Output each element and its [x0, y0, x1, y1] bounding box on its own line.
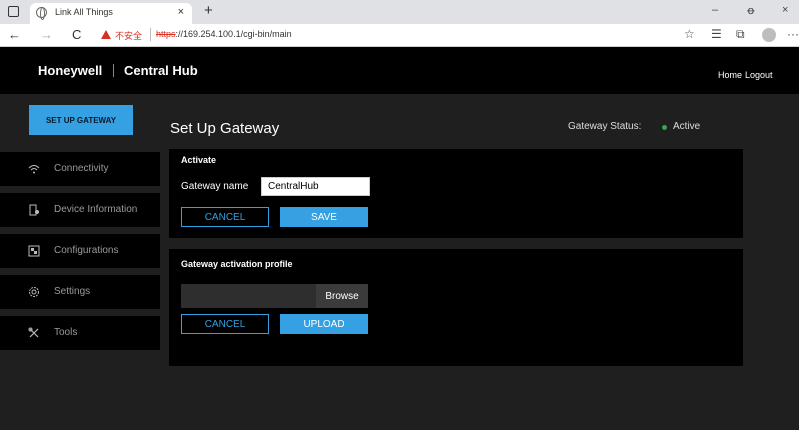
tab-close-icon[interactable]: ×: [178, 6, 184, 18]
address-divider: [150, 28, 151, 41]
save-button[interactable]: SAVE: [280, 207, 368, 227]
product-name: Central Hub: [124, 63, 198, 78]
forward-icon[interactable]: →: [40, 27, 53, 42]
profile-cancel-button[interactable]: CANCEL: [181, 314, 269, 334]
home-link[interactable]: Home: [718, 70, 742, 80]
sidebar-item-label: Configurations: [54, 245, 119, 256]
tab-actions-icon[interactable]: [8, 6, 19, 17]
globe-icon: [36, 7, 47, 20]
brand-logo: Honeywell: [38, 63, 103, 78]
sidebar-item-configurations[interactable]: Configurations: [0, 234, 160, 268]
url-scheme: https: [156, 29, 176, 39]
status-indicator-icon: [662, 125, 667, 130]
gateway-name-label: Gateway name: [181, 181, 249, 192]
sidebar-item-tools[interactable]: Tools: [0, 316, 160, 350]
browser-tab[interactable]: Link All Things ×: [30, 3, 192, 24]
profile-avatar[interactable]: [762, 28, 776, 42]
sidebar-item-device-information[interactable]: Device Information: [0, 193, 160, 227]
browse-button[interactable]: Browse: [316, 284, 368, 308]
activation-profile-title: Gateway activation profile: [181, 259, 293, 269]
activation-profile-panel: Gateway activation profile Browse CANCEL…: [169, 249, 743, 366]
app-header: Honeywell Central Hub Home Logout: [0, 47, 799, 94]
reload-icon[interactable]: C: [72, 27, 81, 42]
sidebar-item-label: Tools: [54, 327, 78, 338]
page-title: Set Up Gateway: [170, 120, 280, 137]
profile-file-field[interactable]: [181, 284, 316, 308]
tab-title: Link All Things: [55, 7, 113, 17]
main-content: SET UP GATEWAY Connectivity Device Infor…: [0, 94, 799, 430]
address-bar: ← → C 不安全 https://169.254.100.1/cgi-bin/…: [0, 24, 799, 47]
gateway-status-label: Gateway Status:: [568, 121, 642, 132]
sidebar-item-connectivity[interactable]: Connectivity: [0, 152, 160, 186]
device-icon: [28, 204, 40, 216]
favorite-icon[interactable]: ☆: [684, 27, 695, 41]
window-close-icon[interactable]: ×: [782, 4, 788, 16]
warning-icon: [101, 30, 111, 39]
gateway-status-value: Active: [673, 121, 701, 132]
minimize-icon[interactable]: –: [712, 4, 718, 16]
sidebar-item-label: Settings: [54, 286, 91, 297]
gear-icon: [28, 286, 40, 298]
tools-icon: [28, 327, 40, 339]
browser-tab-bar: Link All Things × + – ꝋ ×: [0, 0, 799, 24]
url-field[interactable]: https://169.254.100.1/cgi-bin/main: [156, 29, 292, 39]
sidebar-item-settings[interactable]: Settings: [0, 275, 160, 309]
logout-link[interactable]: Logout: [745, 70, 773, 80]
new-tab-icon[interactable]: +: [204, 2, 213, 19]
more-icon[interactable]: ···: [787, 27, 799, 41]
sidebar-item-label: Device Information: [54, 204, 138, 215]
configurations-icon: [28, 245, 40, 257]
url-path: ://169.254.100.1/cgi-bin/main: [175, 29, 292, 39]
upload-button[interactable]: UPLOAD: [280, 314, 368, 334]
activate-title: Activate: [181, 155, 217, 165]
activate-panel: Activate Gateway name CANCEL SAVE: [169, 149, 743, 238]
gateway-name-input[interactable]: [261, 177, 370, 196]
brand-divider: [113, 64, 114, 77]
favorites-list-icon[interactable]: ☰: [711, 27, 722, 41]
wifi-icon: [28, 163, 40, 175]
security-warning[interactable]: 不安全: [115, 29, 142, 42]
set-up-gateway-button[interactable]: SET UP GATEWAY: [29, 105, 133, 135]
back-icon[interactable]: ←: [8, 27, 21, 42]
sidebar-item-label: Connectivity: [54, 163, 109, 174]
activate-cancel-button[interactable]: CANCEL: [181, 207, 269, 227]
collections-icon[interactable]: ⧉: [736, 27, 745, 42]
restore-icon[interactable]: ꝋ: [747, 4, 755, 17]
